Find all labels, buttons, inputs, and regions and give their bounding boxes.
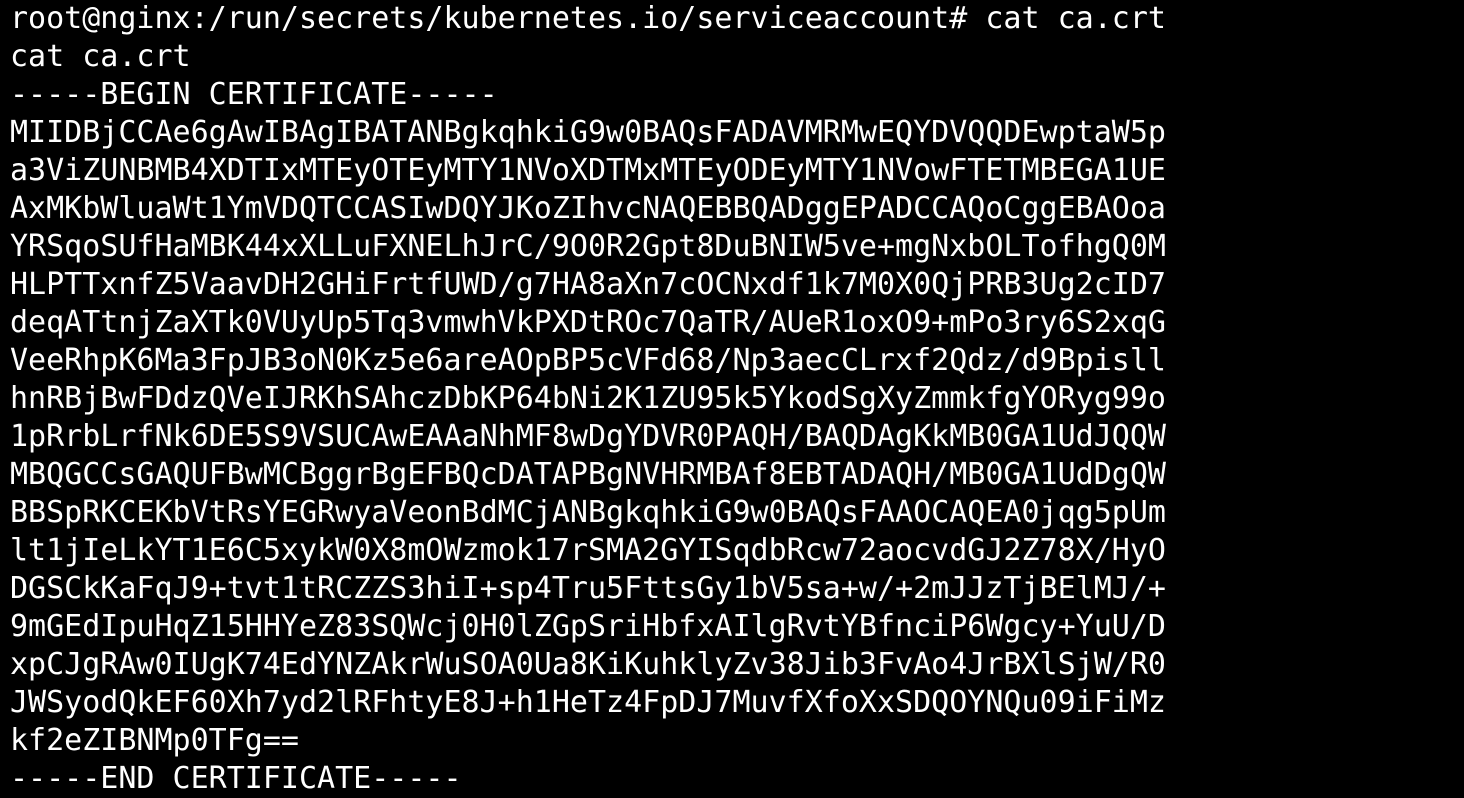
certificate-line: hnRBjBwFDdzQVeIJRKhSAhczDbKP64bNi2K1ZU95… [10, 381, 1166, 416]
certificate-line: AxMKbWluaWt1YmVDQTCCASIwDQYJKoZIhvcNAQEB… [10, 191, 1166, 226]
certificate-line: MIIDBjCCAe6gAwIBAgIBATANBgkqhkiG9w0BAQsF… [10, 115, 1166, 150]
certificate-line: VeeRhpK6Ma3FpJB3oN0Kz5e6areAOpBP5cVFd68/… [10, 343, 1166, 378]
terminal-window[interactable]: root@nginx:/run/secrets/kubernetes.io/se… [0, 0, 1464, 796]
certificate-line: YRSqoSUfHaMBK44xXLLuFXNELhJrC/9O0R2Gpt8D… [10, 229, 1166, 264]
certificate-line: BBSpRKCEKbVtRsYEGRwyaVeonBdMCjANBgkqhkiG… [10, 495, 1166, 530]
certificate-line: 9mGEdIpuHqZ15HHYeZ83SQWcj0H0lZGpSriHbfxA… [10, 609, 1166, 644]
certificate-line: lt1jIeLkYT1E6C5xykW0X8mOWzmok17rSMA2GYIS… [10, 533, 1166, 568]
certificate-line: deqATtnjZaXTk0VUyUp5Tq3vmwhVkPXDtROc7QaT… [10, 305, 1166, 340]
certificate-line: a3ViZUNBMB4XDTIxMTEyOTEyMTY1NVoXDTMxMTEy… [10, 153, 1166, 188]
certificate-line: 1pRrbLrfNk6DE5S9VSUCAwEAAaNhMF8wDgYDVR0P… [10, 419, 1166, 454]
certificate-line: JWSyodQkEF60Xh7yd2lRFhtyE8J+h1HeTz4FpDJ7… [10, 685, 1166, 720]
certificate-line: kf2eZIBNMp0TFg== [10, 723, 299, 758]
certificate-end-marker: -----END CERTIFICATE----- [10, 761, 462, 796]
certificate-begin-marker: -----BEGIN CERTIFICATE----- [10, 77, 498, 112]
certificate-line: DGSCkKaFqJ9+tvt1tRCZZS3hiI+sp4Tru5FttsGy… [10, 571, 1166, 606]
command-echo-line: cat ca.crt [10, 39, 191, 74]
certificate-line: xpCJgRAw0IUgK74EdYNZAkrWuSOA0Ua8KiKuhkly… [10, 647, 1166, 682]
certificate-line: MBQGCCsGAQUFBwMCBggrBgEFBQcDATAPBgNVHRMB… [10, 457, 1166, 492]
certificate-line: HLPTTxnfZ5VaavDH2GHiFrtfUWD/g7HA8aXn7cOC… [10, 267, 1166, 302]
command-prompt-line: root@nginx:/run/secrets/kubernetes.io/se… [10, 1, 1166, 36]
